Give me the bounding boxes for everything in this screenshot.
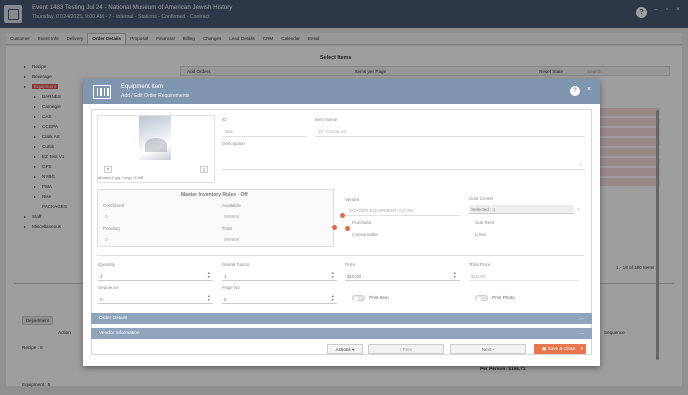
page-scrollbar[interactable] — [656, 110, 659, 360]
page-no-field[interactable]: 0 — [222, 295, 337, 304]
quantity-field[interactable]: 4 — [98, 272, 213, 281]
total-price-field: $15.00 — [469, 272, 579, 281]
quantity-stepper[interactable]: ▲ ▼ — [207, 271, 211, 279]
save-icon: ▣ — [542, 346, 547, 351]
item-name-field[interactable]: 10" Cocoa Ice — [318, 129, 347, 134]
cost-center-select[interactable]: Selected : 1 — [469, 205, 574, 214]
id-label: ID — [222, 117, 227, 122]
dialog-subtitle: Add / Edit Order Requirements — [121, 93, 190, 99]
total-label: Total — [222, 226, 232, 231]
pending-value: 0 — [105, 237, 108, 242]
equipment-item-dialog: Equipment Item Add / Edit Order Requirem… — [83, 79, 600, 366]
description-label: Description — [222, 141, 245, 146]
actions-dropdown[interactable]: Actions ▾ — [327, 344, 363, 354]
barcode-icon — [93, 85, 111, 99]
inventory-rules-title: Master Inventory Rules - Off — [181, 192, 248, 198]
print-item-label: Print Item — [369, 295, 389, 300]
vendor-underline — [345, 215, 460, 216]
cost-center-clear-icon[interactable]: × — [577, 207, 580, 212]
consumable-label[interactable]: Consumable — [352, 232, 378, 237]
print-item-toggle[interactable] — [352, 295, 365, 301]
save-close-button[interactable]: ▣ Save & Close ▾ — [534, 344, 586, 354]
rental-factor-field[interactable]: 1 — [222, 272, 337, 281]
print-photo-label: Print Photo — [492, 295, 515, 300]
section-divider — [97, 255, 584, 256]
available-label: Available — [222, 203, 241, 208]
order-details-accordion[interactable]: Order Details — [91, 313, 592, 324]
dialog-help-icon[interactable]: ? — [570, 86, 580, 96]
total-price-label: Total Price — [469, 262, 491, 267]
upload-icon[interactable]: ⤒ — [104, 166, 112, 173]
vendor-field[interactable]: KRAGER EQUIPMENT CO INC — [349, 208, 414, 213]
sequence-stepper[interactable]: ▲ ▼ — [207, 294, 211, 302]
page-no-stepper[interactable]: ▲ ▼ — [331, 294, 335, 302]
sequence-label: Sequence — [98, 285, 119, 290]
print-photo-toggle[interactable] — [475, 295, 488, 301]
dialog-close-icon[interactable]: × — [587, 86, 591, 93]
id-underline — [222, 136, 307, 137]
save-menu-chevron-icon[interactable]: ▾ — [581, 344, 583, 354]
item-name-underline — [315, 136, 585, 137]
confirmed-value: 0 — [105, 214, 108, 219]
dialog-title: Equipment Item — [121, 84, 164, 90]
cost-center-label: Cost Center — [469, 196, 494, 201]
total-value: 999999 — [224, 237, 240, 242]
id-field: 855 — [225, 129, 233, 134]
price-stepper[interactable]: ▲ ▼ — [453, 271, 457, 279]
price-label: Price — [345, 262, 356, 267]
page-no-label: Page No — [222, 285, 240, 290]
sub-rent-label[interactable]: Sub Rent — [475, 220, 494, 225]
rental-factor-label: Rental Factor — [222, 262, 250, 267]
resize-handle-icon[interactable]: ⁄⁄ — [580, 162, 582, 167]
pending-label: Pending — [103, 226, 120, 231]
linen-label[interactable]: Linen — [475, 232, 486, 237]
prev-button[interactable]: ‹ Prev — [368, 344, 444, 354]
available-value: 999999 — [224, 214, 240, 219]
vendor-label: Vendor — [345, 197, 360, 202]
price-field[interactable]: $15.00 — [345, 272, 460, 281]
item-photo — [139, 116, 171, 160]
vendor-information-accordion[interactable]: Vendor Information — [91, 328, 592, 339]
purchase-label[interactable]: Purchase — [352, 220, 371, 225]
next-button[interactable]: Next › — [450, 344, 526, 354]
vendor-required-marker — [340, 213, 345, 218]
quantity-label: Quantity — [98, 262, 116, 267]
image-size-note: Allowed (*.jpg, *.png) <5 MB — [98, 176, 144, 180]
purchase-required-marker — [332, 225, 337, 230]
sequence-field[interactable]: 0 — [98, 295, 213, 304]
item-name-label: Item Name — [315, 117, 338, 122]
confirmed-label: Confirmed — [103, 203, 125, 208]
description-field[interactable] — [222, 169, 585, 170]
dialog-header: Equipment Item Add / Edit Order Requirem… — [83, 79, 600, 104]
consumable-required-marker — [345, 226, 350, 231]
rental-factor-stepper[interactable]: ▲ ▼ — [331, 271, 335, 279]
delete-image-icon[interactable]: ▯ — [200, 166, 208, 173]
